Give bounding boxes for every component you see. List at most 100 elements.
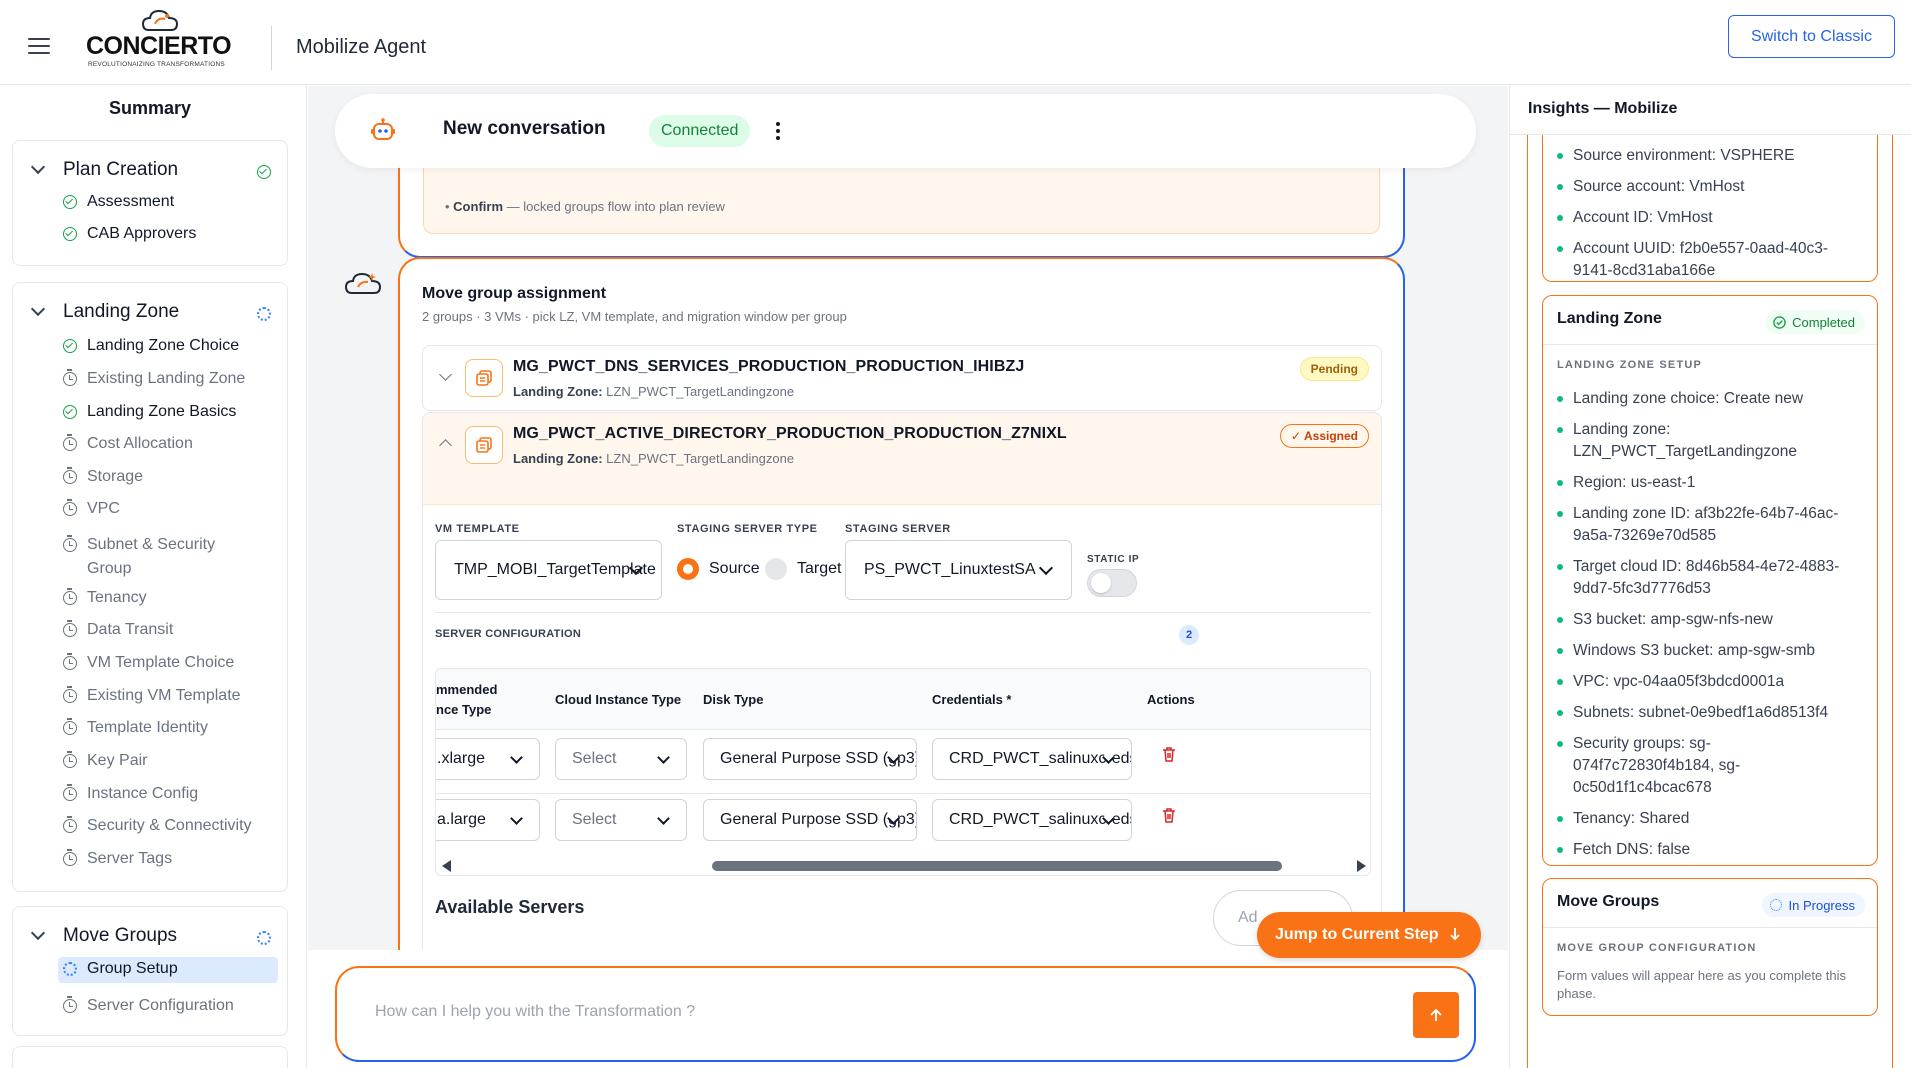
step-template-identity[interactable]: Template Identity [63,718,208,737]
step-group-setup[interactable]: Group Setup [58,957,278,983]
check-circle-icon [63,195,77,209]
step-security-connectivity[interactable]: Security & Connectivity [63,816,252,835]
spinner-icon [257,307,271,321]
scrollbar-thumb[interactable] [712,861,1282,871]
step-data-transit[interactable]: Data Transit [63,620,174,639]
step-label: Existing VM Template [87,687,241,704]
list-item: Region: us-east-1 [1557,472,1867,494]
spinner-icon [257,931,271,945]
step-vm-template-choice[interactable]: VM Template Choice [63,653,235,672]
delete-icon[interactable] [1162,746,1176,762]
horizontal-scrollbar[interactable] [436,855,1370,875]
sidebar-title: Summary [108,98,192,118]
step-landing-zone-basics[interactable]: Landing Zone Basics [63,403,236,421]
scroll-left-icon[interactable] [442,860,451,872]
step-subnet-security-group[interactable]: Subnet & Security Group [63,533,243,581]
step-label: Data Transit [87,621,174,638]
recommended-type-select[interactable]: .xlarge [436,738,540,780]
card-divider [1543,927,1877,928]
staging-type-label: STAGING SERVER TYPE [677,523,818,535]
move-group-row[interactable]: MG_PWCT_DNS_SERVICES_PRODUCTION_PRODUCTI… [422,345,1382,411]
disk-type-select[interactable]: General Purpose SSD (gp3) [703,738,917,780]
phase-name: Plan Creation [63,159,179,180]
server-stack-icon [465,426,503,464]
staging-server-label: STAGING SERVER [845,523,951,535]
insights-source-card: Source environment: VSPHERE Source accou… [1542,135,1878,282]
more-options-icon[interactable] [776,122,780,140]
vm-template-select[interactable]: TMP_MOBI_TargetTemplate [435,540,662,600]
assignment-subtitle: 2 groups · 3 VMs · pick LZ, VM template,… [422,309,847,324]
step-server-configuration[interactable]: Server Configuration [63,996,234,1015]
column-header: Credentials * [932,691,1012,707]
credentials-select[interactable]: CRD_PWCT_salinuxcreds [932,799,1132,841]
step-instance-config[interactable]: Instance Config [63,784,198,803]
menu-icon[interactable] [28,38,50,54]
vm-template-label: VM TEMPLATE [435,523,520,535]
staging-type-source-radio[interactable]: Source [677,558,760,580]
chevron-up-icon[interactable] [439,439,452,452]
step-label: VM Template Choice [87,654,235,671]
credentials-select[interactable]: CRD_PWCT_salinuxcreds [932,738,1132,780]
column-header: Actions [1147,691,1195,707]
recommended-type-select[interactable]: a.large [436,799,540,841]
move-group-row[interactable]: MG_PWCT_ACTIVE_DIRECTORY_PRODUCTION_PROD… [422,412,1382,504]
delete-icon[interactable] [1162,807,1176,823]
step-label: Security & Connectivity [87,817,252,834]
disk-type-select[interactable]: General Purpose SSD (gp3) [703,799,917,841]
spinner-icon [1769,899,1782,911]
step-label: Subnet & Security Group [87,536,216,577]
phase-name: Move Groups [63,925,178,946]
step-label: VPC [87,500,120,517]
phase-header[interactable]: Plan Creation [30,159,179,181]
step-existing-vm-template[interactable]: Existing VM Template [63,686,241,705]
available-servers-title: Available Servers [435,897,585,917]
send-button[interactable] [1413,992,1459,1038]
step-key-pair[interactable]: Key Pair [63,751,147,770]
logo-tagline: REVOLUTIONAIZING TRANSFORMATIONS [88,61,225,68]
cell-value: .xlarge [437,750,486,767]
arrow-up-icon [1430,1008,1442,1021]
step-label: Tenancy [87,589,147,606]
column-header: Cloud Instance Type [555,691,682,707]
staging-server-select[interactable]: PS_PWCT_LinuxtestSA [845,540,1072,600]
step-landing-zone-choice[interactable]: Landing Zone Choice [63,337,239,355]
chevron-down-icon[interactable] [30,301,46,317]
lz-value: LZN_PWCT_TargetLandingzone [606,384,795,399]
chevron-down-icon[interactable] [30,925,46,941]
radio-unselected-icon [765,558,787,580]
confirm-label: Confirm [453,199,504,214]
source-info-list: Source environment: VSPHERE Source accou… [1557,145,1867,281]
staging-type-target-radio[interactable]: Target [765,558,841,580]
badge-label: Completed [1792,314,1855,330]
phase-header[interactable]: Move Groups [30,925,178,947]
step-existing-landing-zone[interactable]: Existing Landing Zone [63,369,245,388]
chat-input[interactable]: How can I help you with the Transformati… [335,966,1476,1062]
jump-to-current-step-button[interactable]: Jump to Current Step [1257,912,1481,958]
step-storage[interactable]: Storage [63,467,143,486]
chevron-down-icon [657,751,670,764]
step-cab-approvers[interactable]: CAB Approvers [63,225,196,243]
step-cost-allocation[interactable]: Cost Allocation [63,434,193,453]
phase-name: Landing Zone [63,301,180,322]
conversation-title: New conversation [443,118,606,139]
chevron-down-icon[interactable] [439,368,452,381]
static-ip-toggle[interactable] [1087,569,1137,597]
list-item: S3 bucket: amp-sgw-nfs-new [1557,609,1867,631]
step-assessment[interactable]: Assessment [63,193,174,211]
concierto-logo[interactable]: CONCIERTO REVOLUTIONAIZING TRANSFORMATIO… [86,8,236,68]
step-tenancy[interactable]: Tenancy [63,588,147,607]
phase-header[interactable]: Landing Zone [30,301,180,323]
server-stack-icon [465,359,503,397]
cloud-instance-type-select[interactable]: Select [555,799,687,841]
insights-panel: Insights — Mobilize Source environment: … [1509,86,1911,1068]
chevron-down-icon[interactable] [30,159,46,175]
step-server-tags[interactable]: Server Tags [63,849,172,868]
section-label: MOVE GROUP CONFIGURATION [1557,942,1757,954]
phase-move-groups: Move Groups Group Setup Server Configura… [12,906,288,1036]
scroll-right-icon[interactable] [1357,860,1366,872]
staging-server-value: PS_PWCT_LinuxtestSA [864,561,1036,578]
cloud-instance-type-select[interactable]: Select [555,738,687,780]
step-vpc[interactable]: VPC [63,499,120,518]
status-badge: Pending [1299,357,1369,381]
switch-to-classic-button[interactable]: Switch to Classic [1728,15,1895,58]
